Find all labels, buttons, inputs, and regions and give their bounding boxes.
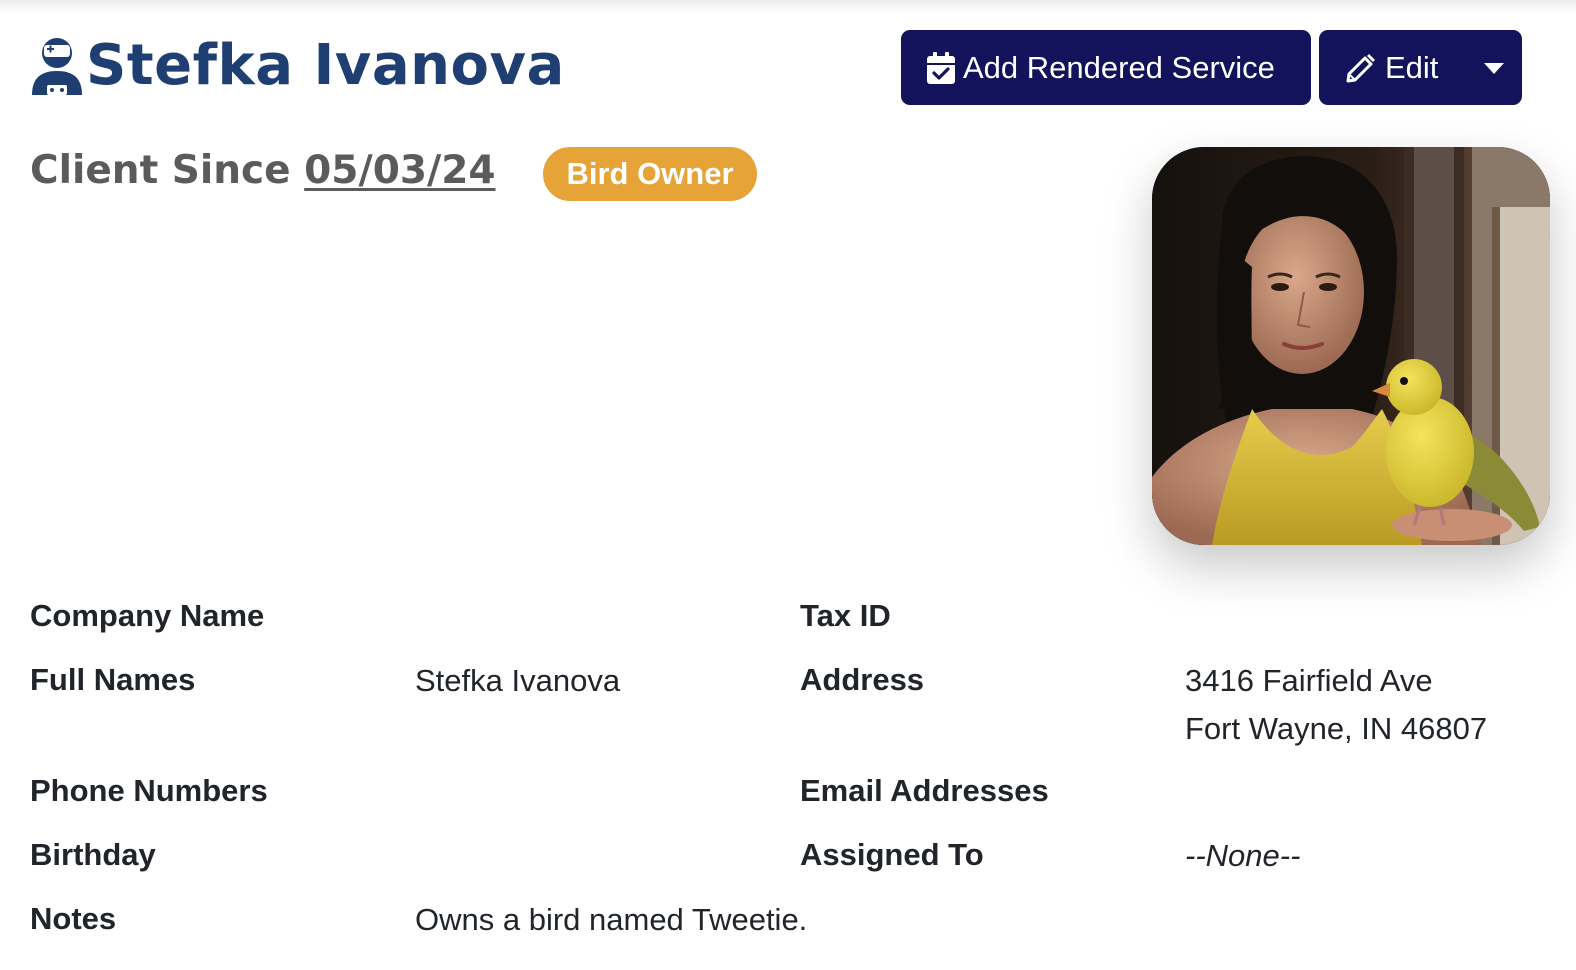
client-since: Client Since 05/03/24 <box>30 146 495 196</box>
notes-value: Owns a bird named Tweetie. <box>415 902 808 937</box>
notes-label: Notes <box>30 901 117 936</box>
tax-id-label: Tax ID <box>800 598 891 633</box>
client-header: Stefka Ivanova <box>30 34 565 98</box>
address-line-2: Fort Wayne, IN 46807 <box>1185 711 1488 746</box>
add-rendered-service-label: Add Rendered Service <box>963 49 1275 85</box>
address-line-1: 3416 Fairfield Ave <box>1185 663 1433 698</box>
address-label: Address <box>800 662 925 697</box>
calendar-check-icon <box>927 51 955 84</box>
edit-button[interactable]: Edit <box>1319 30 1522 105</box>
assigned-to-value: --None-- <box>1185 838 1301 873</box>
client-since-label: Client Since <box>30 148 291 193</box>
full-names-label: Full Names <box>30 662 196 697</box>
client-since-date: 05/03/24 <box>304 148 496 193</box>
client-photo <box>1152 147 1550 545</box>
birthday-label: Birthday <box>30 837 156 872</box>
top-edge-shadow <box>0 0 1576 14</box>
email-addresses-label: Email Addresses <box>800 773 1049 808</box>
assigned-to-label: Assigned To <box>800 837 984 872</box>
company-name-label: Company Name <box>30 598 265 633</box>
full-names-value: Stefka Ivanova <box>415 663 621 698</box>
user-nurse-icon <box>32 38 82 95</box>
phone-numbers-label: Phone Numbers <box>30 773 268 808</box>
pencil-icon <box>1346 53 1375 82</box>
client-name-title: Stefka Ivanova <box>86 33 565 98</box>
add-rendered-service-button[interactable]: Add Rendered Service <box>901 30 1311 105</box>
caret-down-icon[interactable] <box>1484 63 1504 74</box>
client-tag-badge: Bird Owner <box>543 147 757 201</box>
client-portrait-image <box>1152 147 1550 545</box>
edit-label: Edit <box>1385 49 1439 85</box>
